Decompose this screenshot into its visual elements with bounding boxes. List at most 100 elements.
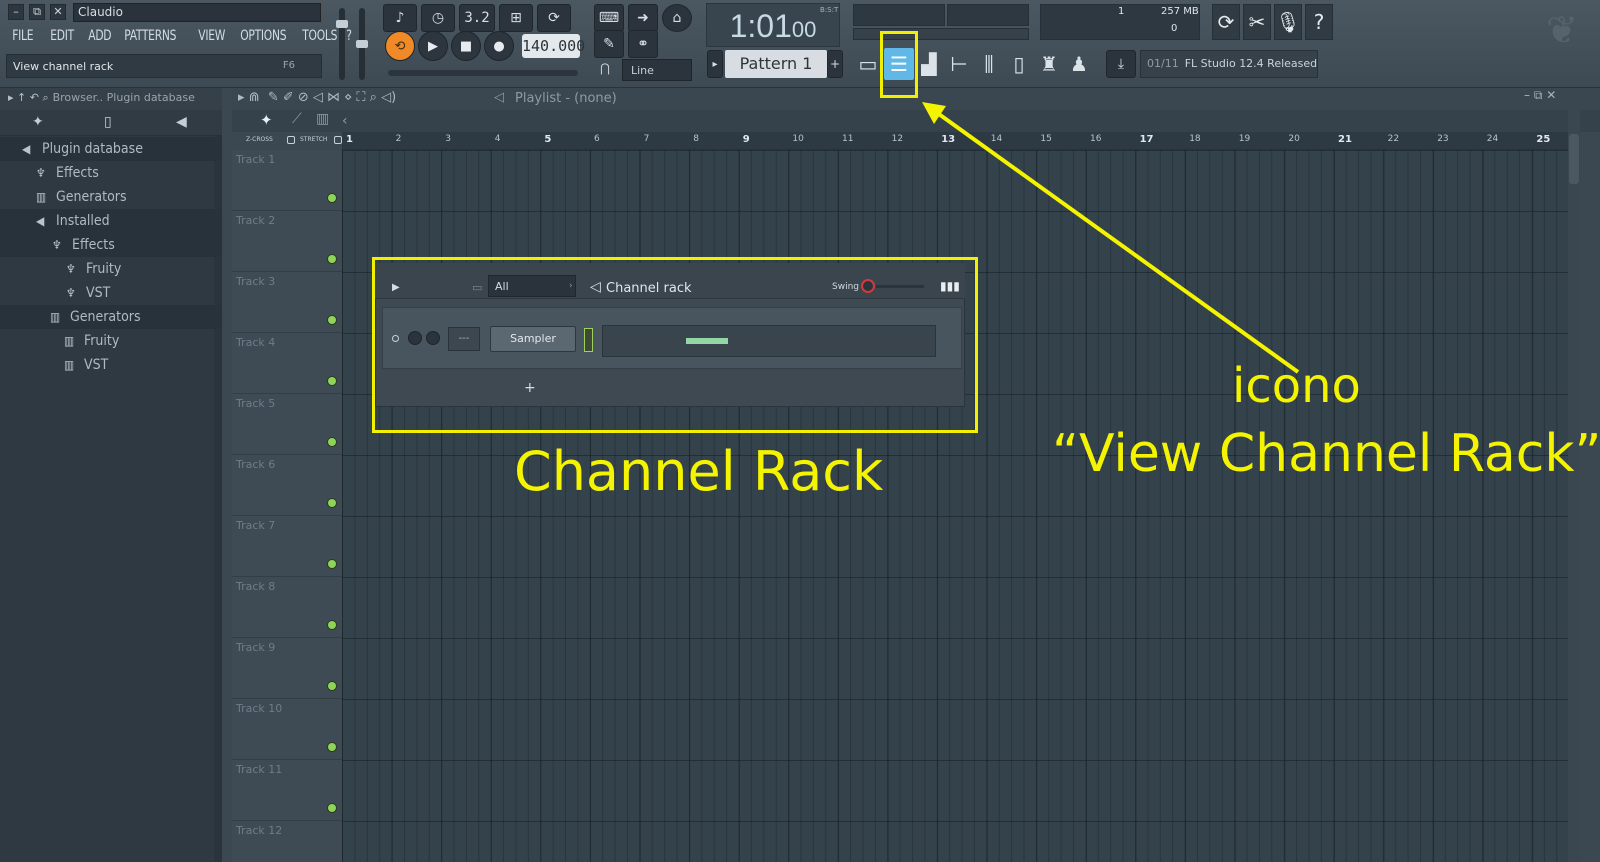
tree-effects-vst[interactable]: ♆ VST <box>0 281 214 305</box>
track-enable-led[interactable] <box>328 682 336 690</box>
tree-generators-vst[interactable]: ▥ VST <box>0 353 214 377</box>
bar-number: 5 <box>544 134 552 145</box>
master-volume-slider[interactable] <box>339 8 345 80</box>
link-icon[interactable]: ⚭ <box>628 30 658 58</box>
menu-patterns[interactable]: PATTERNS <box>120 26 183 50</box>
piano-roll-icon[interactable]: ▟ <box>914 48 944 80</box>
microphone-icon[interactable]: 🎙 <box>1274 4 1302 40</box>
blend-notes-icon[interactable]: ⊞ <box>499 4 533 32</box>
track-header[interactable]: Track 3 <box>232 272 342 333</box>
tree-plugin-database[interactable]: ◀ Plugin database <box>0 137 222 161</box>
wait-record-icon[interactable]: ◷ <box>421 4 455 32</box>
master-volume-handle[interactable] <box>336 20 348 28</box>
tree-installed-effects[interactable]: ♆ Effects <box>0 233 222 257</box>
scissors-icon[interactable]: ✂ <box>1243 4 1271 40</box>
playlist-vertical-scrollbar[interactable] <box>1568 110 1580 862</box>
news-ticker[interactable]: 01/11 FL Studio 12.4 Released <box>1140 50 1318 78</box>
browser-files-icon[interactable]: ▯ <box>104 114 112 130</box>
tree-installed[interactable]: ◀ Installed <box>0 209 222 233</box>
playlist-mode-icon[interactable]: ✦ <box>260 111 273 129</box>
master-pitch-handle[interactable] <box>356 40 368 48</box>
track-header[interactable]: Track 5 <box>232 394 342 455</box>
pattern-selector[interactable]: Pattern 1 <box>725 50 827 78</box>
menu-file[interactable]: FILE <box>8 26 40 50</box>
metronome-icon[interactable]: ♪ <box>383 4 417 32</box>
playlist-window-controls-icon[interactable]: – ⧉ ✕ <box>1524 88 1556 103</box>
oscilloscope-panel <box>853 4 945 26</box>
track-header[interactable]: Track 1 <box>232 150 342 211</box>
track-label: Track 1 <box>236 153 276 166</box>
tree-label: VST <box>86 285 111 301</box>
scroll-left-icon[interactable]: ‹ <box>342 113 348 129</box>
minimize-button[interactable]: – <box>8 4 24 20</box>
browser-view-icon[interactable]: ⊢ <box>944 48 974 80</box>
track-enable-led[interactable] <box>328 438 336 446</box>
play-icon[interactable]: ▶ <box>418 31 448 61</box>
track-header[interactable]: Track 4 <box>232 333 342 394</box>
help-icon[interactable]: ? <box>1305 4 1333 40</box>
track-enable-led[interactable] <box>328 560 336 568</box>
tree-generators-fruity[interactable]: ▥ Fruity <box>0 329 214 353</box>
browser-nav-icon[interactable]: ▸ ↑ ↶ ⌕ <box>8 91 49 104</box>
pattern-prev-icon[interactable]: ▸ <box>707 50 723 78</box>
track-header[interactable]: Track 9 <box>232 638 342 699</box>
track-enable-led[interactable] <box>328 255 336 263</box>
undo-history-icon[interactable]: ⟳ <box>1212 4 1240 40</box>
step-arrow-icon[interactable]: ➜ <box>628 4 658 32</box>
song-position-slider[interactable] <box>388 70 578 76</box>
close-button[interactable]: ✕ <box>50 4 66 20</box>
playlist-view-icon[interactable]: ▭ <box>853 48 883 80</box>
browser-all-icon[interactable]: ✦ <box>32 114 44 130</box>
snap-selector[interactable]: Line <box>622 59 692 81</box>
browser-plugins-icon[interactable]: ◀ <box>176 114 187 130</box>
track-enable-led[interactable] <box>328 377 336 385</box>
mixer-view-icon[interactable]: ⫼ <box>974 48 1004 80</box>
menu-tools[interactable]: TOOLS <box>298 26 337 50</box>
timeline-ruler[interactable]: 1 2 3 4 5 6 7 8 9 10 11 12 13 14 15 16 17 18 19 20 21 22 23 24 2… <box>342 132 1568 150</box>
project-info-icon[interactable]: ▯ <box>1004 48 1034 80</box>
tree-effects-fruity[interactable]: ♆ Fruity <box>0 257 214 281</box>
step-edit-button[interactable]: 3.2 <box>459 4 495 32</box>
track-enable-led[interactable] <box>328 194 336 202</box>
download-icon[interactable]: ⤓ <box>1106 50 1136 78</box>
tempo-display[interactable]: 140.000 <box>522 34 585 58</box>
maximize-button[interactable]: ⧉ <box>29 4 45 20</box>
track-enable-led[interactable] <box>328 621 336 629</box>
track-enable-led[interactable] <box>328 499 336 507</box>
menu-view[interactable]: VIEW <box>194 26 230 50</box>
loop-record-icon[interactable]: ⟳ <box>537 4 571 32</box>
tree-installed-generators[interactable]: ▥ Generators <box>0 305 222 329</box>
tree-generators[interactable]: ▥ Generators <box>0 185 214 209</box>
track-header[interactable]: Track 11 <box>232 760 342 821</box>
menu-options[interactable]: OPTIONS <box>236 26 289 50</box>
track-header[interactable]: Track 12 <box>232 821 342 862</box>
stop-icon[interactable]: ■ <box>451 31 481 61</box>
touch-controller-icon[interactable]: ♟ <box>1064 48 1094 80</box>
stretch-checkbox[interactable] <box>334 136 342 144</box>
slide-icon[interactable]: ⟋ <box>292 111 302 127</box>
countdown-icon[interactable]: ⌂ <box>662 4 692 32</box>
menu-add[interactable]: ADD <box>84 26 115 50</box>
track-header[interactable]: Track 7 <box>232 516 342 577</box>
track-header[interactable]: Track 8 <box>232 577 342 638</box>
speaker-icon: ◀ <box>22 142 31 156</box>
track-enable-led[interactable] <box>328 316 336 324</box>
tree-effects[interactable]: ♆ Effects <box>0 161 214 185</box>
playlist-tools-icon[interactable]: ▸ ⋒ ✎ ✐ ⊘ ◁ ⋈ ⋄ ⛶ ⌕ ◁) <box>238 90 396 105</box>
plugin-picker-icon[interactable]: ♜ <box>1034 48 1064 80</box>
add-pattern-button[interactable]: + <box>827 50 843 78</box>
track-enable-led[interactable] <box>328 804 336 812</box>
pattern-song-toggle-icon[interactable]: ⟲ <box>385 31 415 61</box>
playlist-scroll-thumb[interactable] <box>1569 134 1579 184</box>
zcross-checkbox[interactable] <box>287 136 295 144</box>
track-header[interactable]: Track 10 <box>232 699 342 760</box>
snap-pencil-icon[interactable]: ✎ <box>594 30 624 58</box>
track-header[interactable]: Track 6 <box>232 455 342 516</box>
menu-edit[interactable]: EDIT <box>46 26 78 50</box>
track-enable-led[interactable] <box>328 743 336 751</box>
piano-mode-icon[interactable]: ▥ <box>316 111 329 127</box>
track-header[interactable]: Track 2 <box>232 211 342 272</box>
speaker-icon: ◀ <box>36 214 45 228</box>
record-icon[interactable]: ● <box>484 31 514 61</box>
typing-keyboard-icon[interactable]: ⌨ <box>594 4 624 32</box>
